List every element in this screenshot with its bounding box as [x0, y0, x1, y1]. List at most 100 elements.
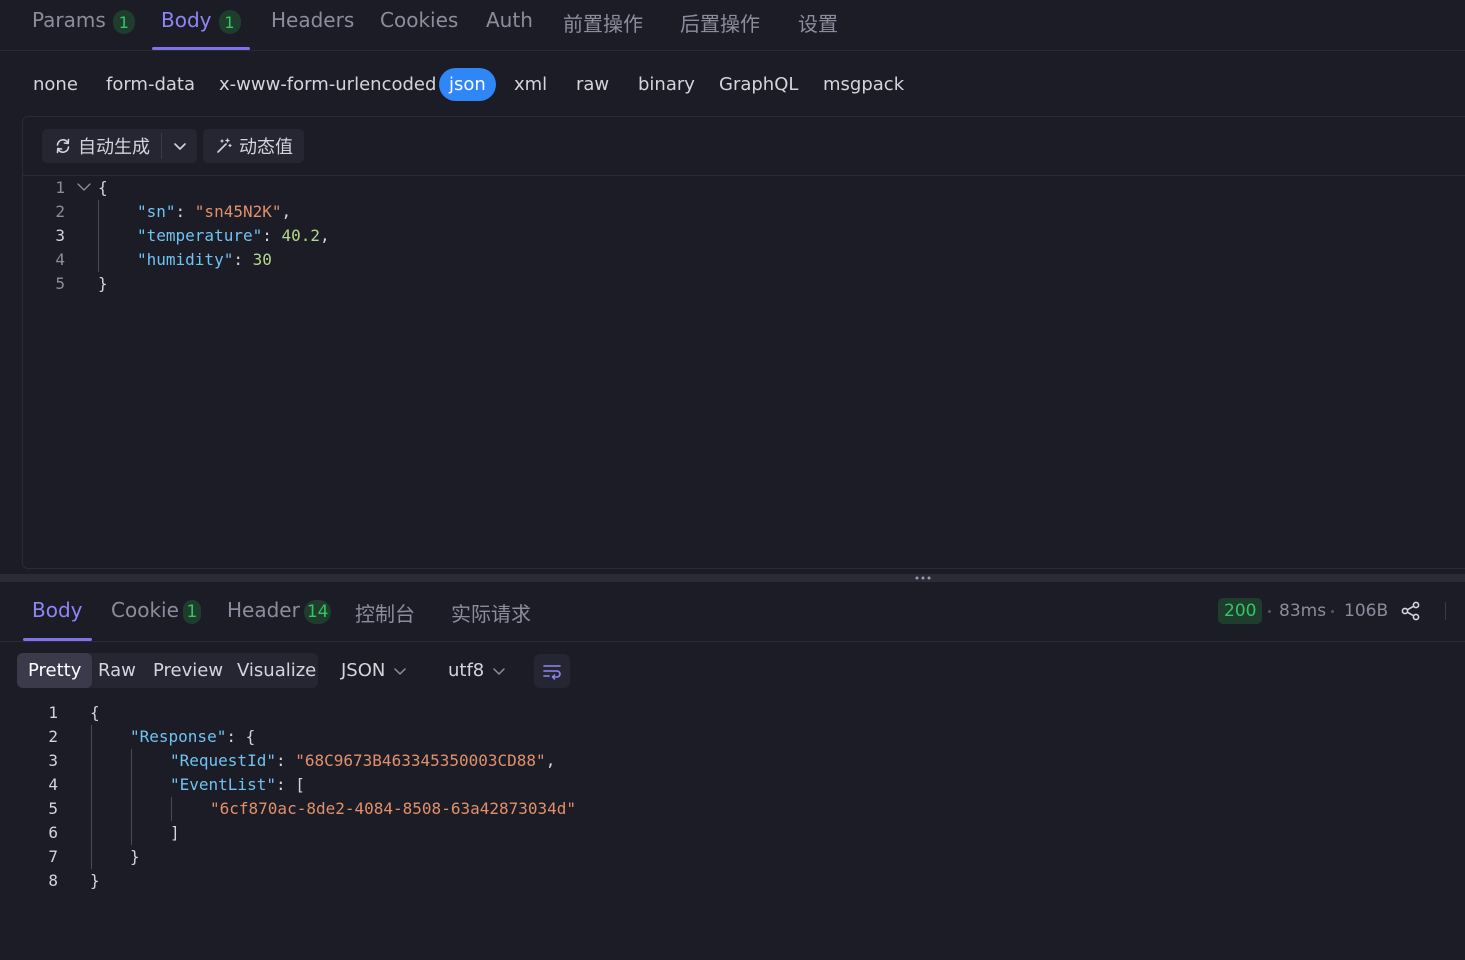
encoding-select[interactable]: utf8	[448, 657, 506, 685]
divider	[1445, 602, 1446, 620]
line-number: 5	[55, 274, 65, 293]
json-string: "sn45N2K"	[194, 202, 282, 221]
tab-pre-operations[interactable]: 前置操作	[563, 8, 643, 50]
tab-label: 控制台	[355, 602, 415, 626]
body-type-xml[interactable]: xml	[514, 68, 547, 101]
code-line: "6cf870ac-8de2-4084-8508-63a42873034d"	[210, 799, 577, 818]
word-wrap-icon	[543, 665, 561, 680]
tab-settings[interactable]: 设置	[798, 8, 838, 50]
json-number: 40.2	[281, 226, 321, 245]
chevron-down-icon	[493, 668, 506, 675]
body-type-json[interactable]: json	[439, 68, 496, 101]
json-punct: :	[262, 226, 282, 245]
tab-label: Cookies	[380, 8, 459, 32]
fold-chevron-icon[interactable]	[76, 180, 92, 194]
code-line: "sn": "sn45N2K",	[137, 200, 291, 224]
tab-label: Headers	[271, 8, 355, 32]
auto-generate-button[interactable]: 自动生成	[42, 129, 160, 163]
panel-resize-handle[interactable]	[0, 574, 1465, 582]
body-type-raw[interactable]: raw	[576, 68, 609, 101]
magic-wand-icon	[217, 138, 232, 153]
line-number: 2	[48, 727, 58, 746]
code-line: }	[90, 871, 100, 890]
indent-guide	[91, 725, 92, 869]
json-punct: ,	[320, 226, 330, 245]
line-number: 2	[55, 202, 65, 221]
json-punct: ,	[281, 202, 292, 221]
code-line: "Response": {	[130, 725, 255, 749]
json-punct: :	[175, 202, 195, 221]
count-badge: 1	[112, 10, 135, 34]
body-type-none[interactable]: none	[33, 68, 78, 101]
line-number: 1	[48, 703, 58, 722]
response-tabs: Body Cookie 1 Header 14 控制台 实际请求 200 83m…	[0, 582, 1465, 642]
indent-guide	[171, 797, 172, 821]
body-type-selector: none form-data x-www-form-urlencoded jso…	[0, 51, 1465, 117]
count-badge: 1	[218, 10, 241, 34]
status-code-badge: 200	[1218, 598, 1263, 624]
code-line: "RequestId": "68C9673B463345350003CD88",	[170, 749, 555, 773]
tab-response-cookie[interactable]: Cookie 1	[111, 598, 201, 641]
tab-params[interactable]: Params 1	[32, 8, 135, 50]
line-number: 6	[48, 823, 58, 842]
code-line: "humidity": 30	[137, 248, 272, 272]
word-wrap-button[interactable]	[534, 654, 570, 688]
tab-body[interactable]: Body 1	[152, 8, 249, 50]
code-line: }	[130, 847, 140, 866]
tab-label: 前置操作	[563, 12, 643, 36]
view-mode-raw[interactable]: Raw	[98, 653, 136, 688]
body-type-urlencoded[interactable]: x-www-form-urlencoded	[219, 68, 436, 101]
share-icon[interactable]	[1400, 600, 1422, 622]
line-number: 3	[55, 226, 65, 245]
code-line: ]	[170, 823, 180, 842]
code-line: "EventList": [	[170, 773, 305, 797]
auto-generate-label: 自动生成	[78, 137, 150, 158]
body-type-form-data[interactable]: form-data	[106, 68, 195, 101]
tab-label: 设置	[798, 12, 838, 36]
format-value: JSON	[341, 660, 386, 681]
body-type-graphql[interactable]: GraphQL	[719, 68, 798, 101]
count-badge: 14	[303, 600, 332, 624]
json-number: 30	[252, 250, 272, 269]
tab-label: 实际请求	[451, 602, 531, 626]
body-type-binary[interactable]: binary	[638, 68, 695, 101]
tab-response-body[interactable]: Body	[23, 598, 91, 641]
tab-headers[interactable]: Headers	[271, 8, 354, 50]
dynamic-value-button[interactable]: 动态值	[203, 129, 304, 163]
encoding-value: utf8	[448, 660, 485, 681]
tab-label: Auth	[486, 8, 533, 32]
tab-auth[interactable]: Auth	[486, 8, 533, 50]
tab-label: Header	[227, 598, 300, 622]
view-mode-group: Pretty Raw Preview Visualize	[17, 653, 318, 688]
tab-actual-request[interactable]: 实际请求	[451, 598, 531, 641]
view-mode-pretty[interactable]: Pretty	[17, 653, 93, 688]
code-line: {	[98, 178, 108, 197]
chevron-down-icon	[394, 668, 407, 675]
code-line: "temperature": 40.2,	[137, 224, 330, 248]
body-type-msgpack[interactable]: msgpack	[823, 68, 904, 101]
json-key: "EventList"	[170, 775, 276, 794]
response-time: 83ms	[1279, 601, 1327, 621]
line-number: 4	[48, 775, 58, 794]
dynamic-value-label: 动态值	[239, 137, 293, 158]
auto-generate-dropdown[interactable]	[162, 129, 197, 163]
view-mode-visualize[interactable]: Visualize	[237, 653, 316, 688]
tab-label: Cookie	[111, 598, 179, 622]
editor-toolbar: 自动生成 动态值	[23, 117, 1465, 176]
response-size: 106B	[1344, 601, 1389, 621]
separator-dot	[1331, 610, 1334, 613]
json-punct: :	[275, 751, 296, 770]
json-string: "68C9673B463345350003CD88"	[295, 751, 546, 770]
tab-cookies[interactable]: Cookies	[380, 8, 458, 50]
json-punct: : {	[226, 727, 256, 746]
format-select[interactable]: JSON	[341, 657, 407, 685]
line-number: 1	[55, 178, 65, 197]
tab-console[interactable]: 控制台	[355, 598, 415, 641]
json-key: "humidity"	[137, 250, 234, 269]
tab-post-operations[interactable]: 后置操作	[680, 8, 760, 50]
indent-guide	[131, 749, 132, 845]
code-line: }	[98, 274, 108, 293]
json-punct: : [	[275, 775, 305, 794]
view-mode-preview[interactable]: Preview	[153, 653, 223, 688]
tab-response-header[interactable]: Header 14	[227, 598, 332, 641]
